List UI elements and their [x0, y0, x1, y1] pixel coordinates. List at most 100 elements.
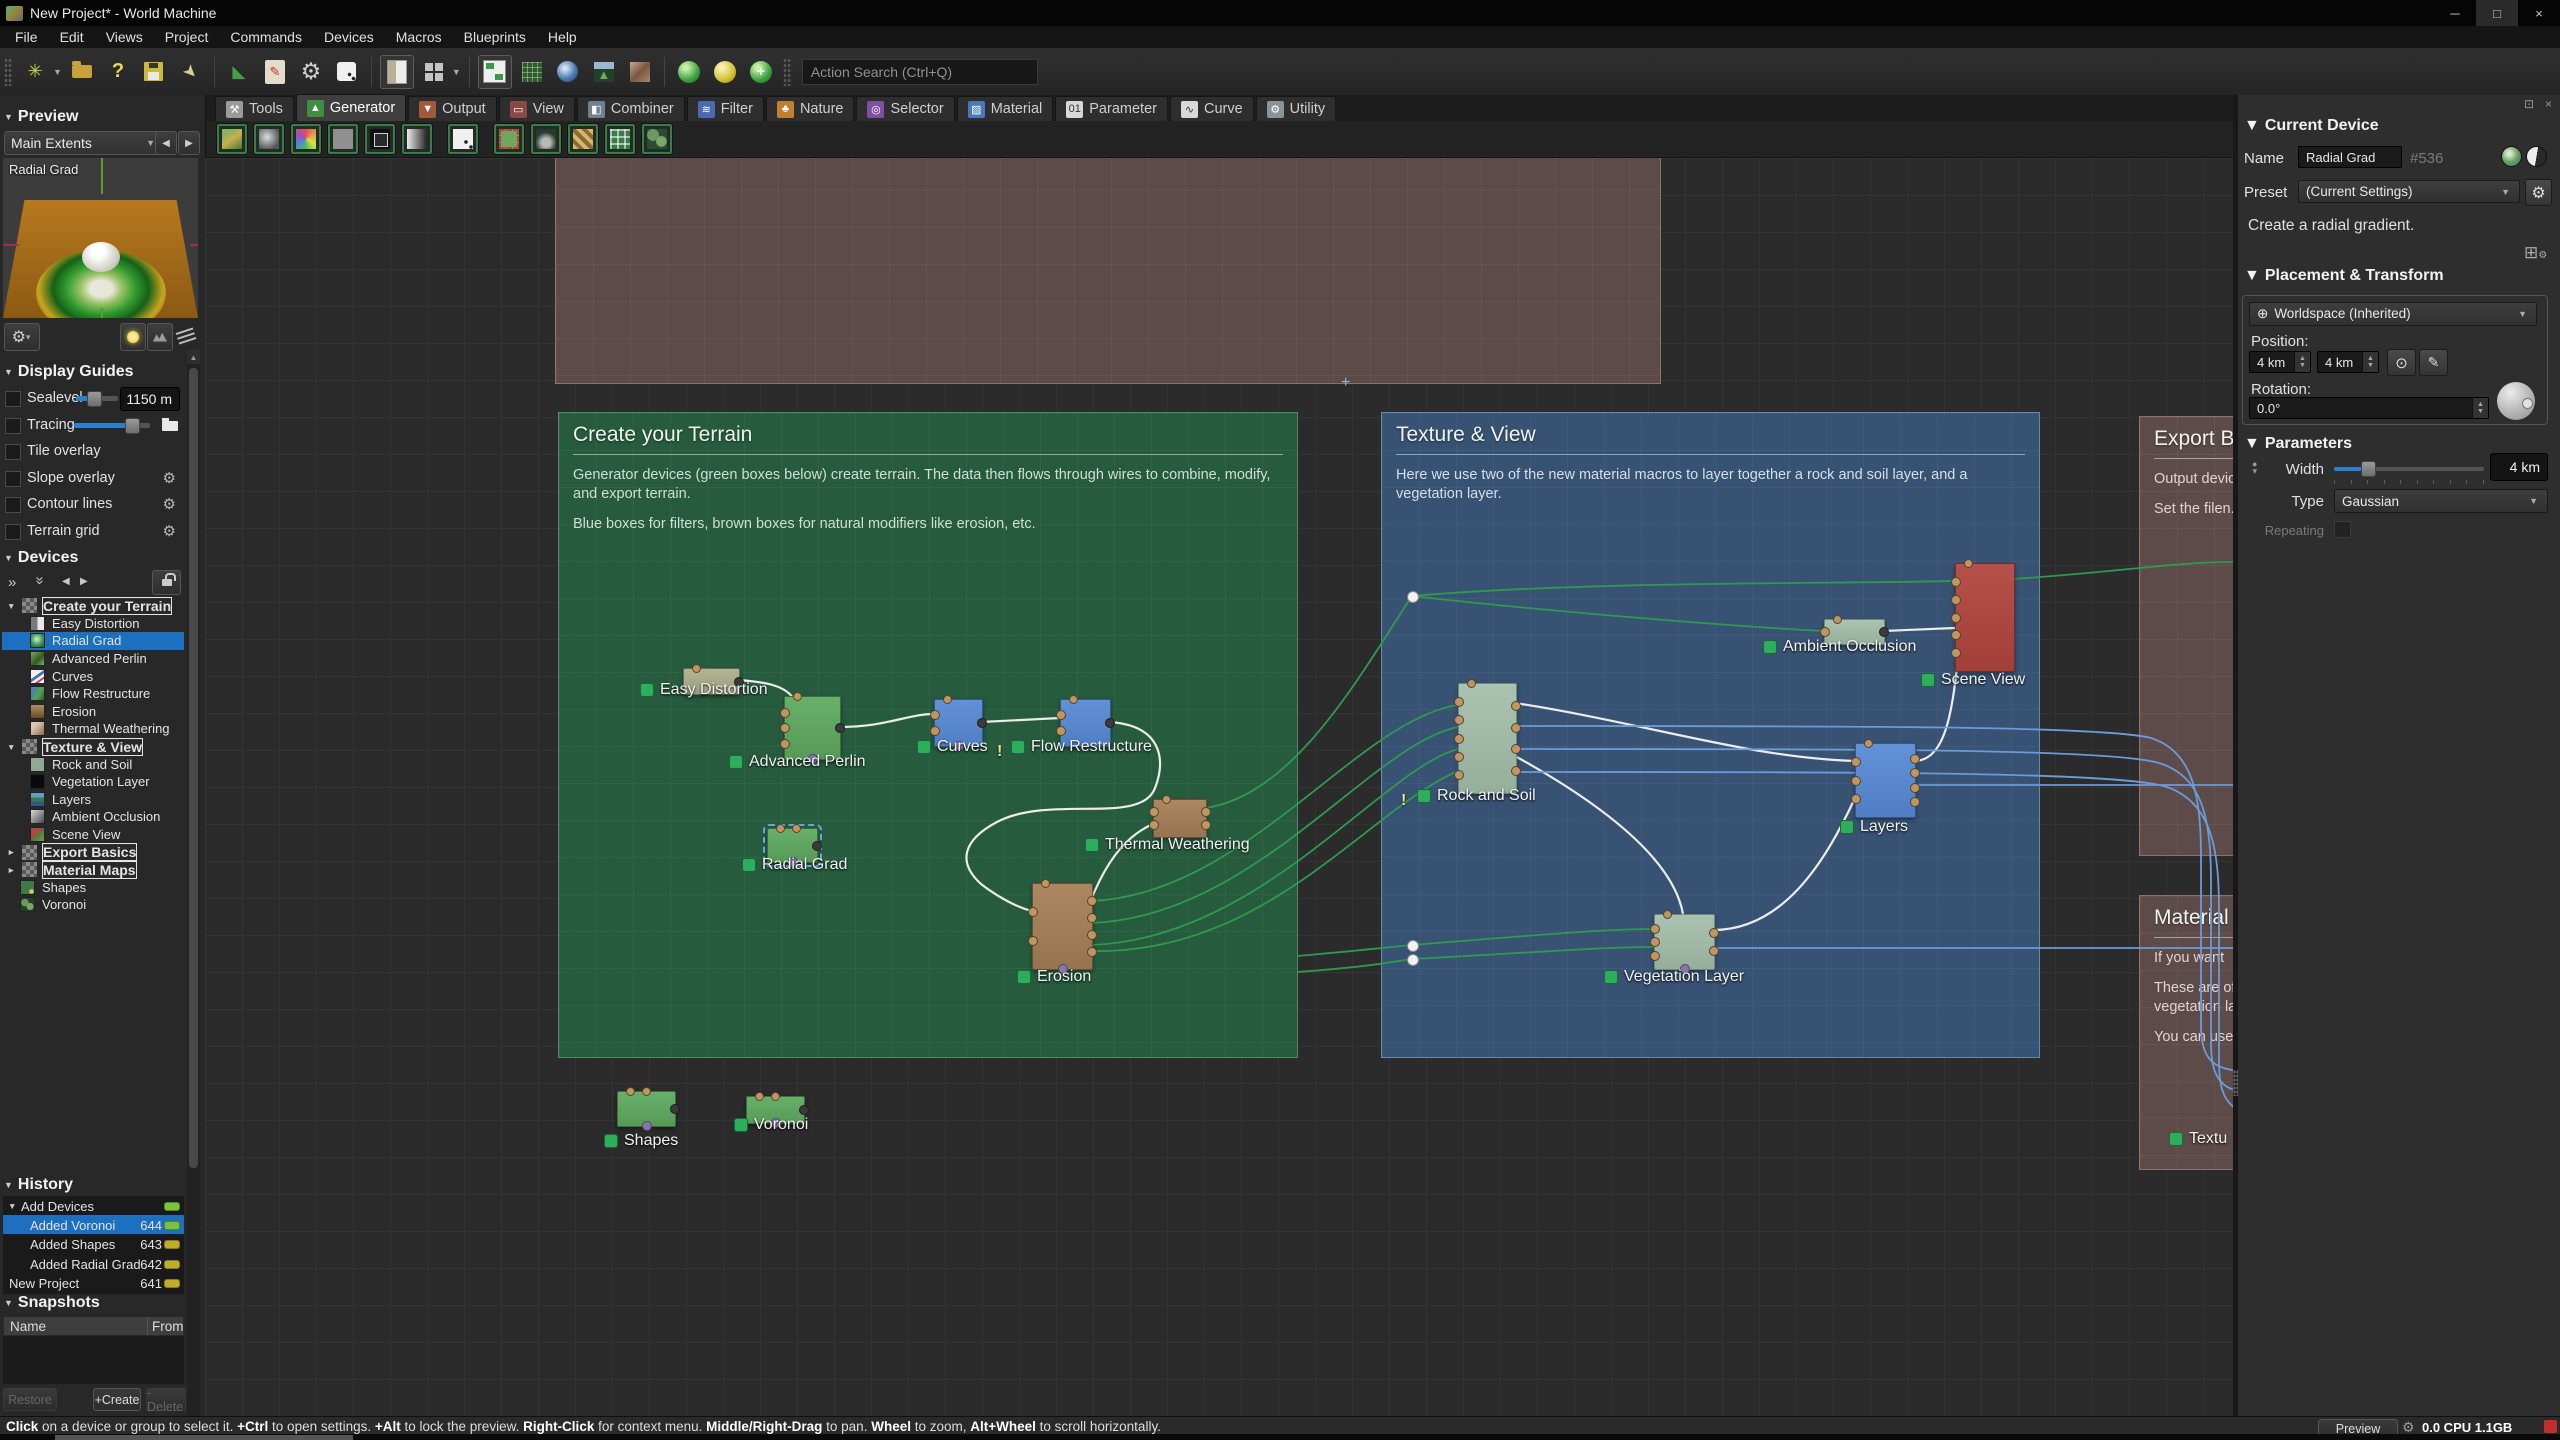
gear-icon[interactable]: ⚙	[163, 469, 176, 487]
top-port[interactable]	[776, 824, 785, 833]
preview-settings-button[interactable]: ⚙▾	[4, 323, 40, 351]
input-port[interactable]	[1951, 595, 1961, 605]
import-icon[interactable]: ➤	[174, 56, 206, 88]
node-canvas[interactable]: Create your TerrainGenerator devices (gr…	[205, 158, 2233, 1416]
build-yellow-icon[interactable]	[709, 56, 741, 88]
slider-track[interactable]	[74, 423, 131, 428]
node-scene-view[interactable]	[1955, 563, 2015, 672]
tree-expand-icon[interactable]: ▼	[7, 742, 15, 752]
action-search-input[interactable]	[802, 59, 1038, 85]
view-nodegraph-icon[interactable]	[478, 55, 512, 89]
tree-group-export-basics[interactable]: ►Export Basics	[2, 843, 184, 861]
repeating-checkbox[interactable]	[2334, 521, 2351, 538]
input-port[interactable]	[1851, 757, 1861, 767]
wire-junction-dot[interactable]	[1407, 591, 1419, 603]
input-port[interactable]	[930, 726, 940, 736]
view-texture-icon[interactable]	[624, 56, 656, 88]
tile-overlay-checkbox[interactable]	[5, 444, 21, 460]
display-guides-header[interactable]: ▼Display Guides	[4, 363, 134, 381]
type-dropdown[interactable]: Gaussian▼	[2334, 489, 2548, 513]
worldspace-dropdown[interactable]: ⊕Worldspace (Inherited)▼	[2249, 302, 2537, 326]
tab-combiner[interactable]: ◧Combiner	[577, 96, 685, 121]
output-port[interactable]	[1105, 718, 1115, 728]
tree-device-shapes[interactable]: Shapes	[2, 879, 184, 897]
history-row-642[interactable]: Added Radial Grad642	[3, 1254, 184, 1273]
gear-icon[interactable]: ⚙	[163, 495, 176, 513]
enabled-indicator-icon[interactable]	[917, 740, 931, 754]
enabled-indicator-icon[interactable]	[1017, 970, 1031, 984]
output-port[interactable]	[1511, 701, 1521, 711]
tree-device-layers[interactable]: Layers	[2, 791, 184, 809]
output-port[interactable]	[977, 718, 987, 728]
enabled-indicator-icon[interactable]	[1763, 640, 1777, 654]
preview-prev-button[interactable]: ◀	[155, 131, 177, 155]
top-port[interactable]	[1069, 695, 1078, 704]
input-port[interactable]	[1951, 613, 1961, 623]
position-target-button[interactable]: ⊙	[2387, 349, 2416, 376]
minimize-button[interactable]: ─	[2434, 0, 2476, 26]
device-name-input[interactable]: Radial Grad	[2298, 146, 2402, 168]
tree-device-easy-distortion[interactable]: Easy Distortion	[2, 615, 184, 633]
sealevel-checkbox[interactable]	[5, 391, 21, 407]
tab-view[interactable]: ▭View	[499, 96, 575, 121]
tab-output[interactable]: ▼Output	[408, 96, 497, 121]
tree-group-material-maps[interactable]: ►Material Maps	[2, 861, 184, 879]
node-erosion[interactable]	[1032, 883, 1093, 970]
input-port[interactable]	[1056, 726, 1066, 736]
output-port[interactable]	[812, 841, 822, 851]
input-port[interactable]	[1454, 697, 1464, 707]
contour-lines-checkbox[interactable]	[5, 497, 21, 513]
palette-terrain-icon[interactable]	[216, 123, 248, 155]
measure-icon[interactable]: ◣	[223, 56, 255, 88]
tab-tools[interactable]: ⚒Tools	[215, 96, 294, 121]
input-port[interactable]	[1454, 770, 1464, 780]
history-row-641[interactable]: New Project641	[3, 1273, 184, 1292]
view-tiled-icon[interactable]	[516, 56, 548, 88]
output-port[interactable]	[1879, 627, 1889, 637]
preset-gear-button[interactable]: ⚙	[2525, 179, 2552, 206]
menu-help[interactable]: Help	[537, 29, 588, 45]
tab-utility[interactable]: ⚙Utility	[1256, 96, 1336, 121]
slope-display-button[interactable]	[174, 323, 198, 349]
tree-device-curves[interactable]: Curves	[2, 667, 184, 685]
top-port[interactable]	[1964, 559, 1973, 568]
input-port[interactable]	[780, 723, 790, 733]
input-port[interactable]	[1454, 752, 1464, 762]
enabled-indicator-icon[interactable]	[729, 755, 743, 769]
maximize-button[interactable]: □	[2476, 0, 2518, 26]
position-y-spinner[interactable]: 4 km▲▼	[2317, 351, 2379, 373]
input-port[interactable]	[1951, 630, 1961, 640]
preferences-icon[interactable]: ⚙	[295, 56, 327, 88]
menu-macros[interactable]: Macros	[385, 29, 453, 45]
device-settings-icon[interactable]: ✎	[259, 56, 291, 88]
tab-generator[interactable]: ▲Generator	[296, 94, 406, 121]
input-port[interactable]	[1851, 776, 1861, 786]
tree-group-create-your-terrain[interactable]: ▼Create your Terrain	[2, 597, 184, 615]
devices-header[interactable]: ▼Devices	[4, 549, 78, 567]
menu-commands[interactable]: Commands	[219, 29, 313, 45]
output-port[interactable]	[1709, 928, 1719, 938]
input-port[interactable]	[1454, 734, 1464, 744]
output-port[interactable]	[1087, 913, 1097, 923]
output-port[interactable]	[1910, 754, 1920, 764]
top-port[interactable]	[692, 664, 701, 673]
tree-expand-icon[interactable]: ►	[7, 847, 15, 857]
slider-thumb[interactable]	[87, 391, 102, 407]
history-row-root[interactable]: ▼Add Devices	[3, 1196, 184, 1215]
layout-quad-dropdown-icon[interactable]: ▼	[452, 67, 461, 77]
top-port[interactable]	[793, 692, 802, 701]
tree-expand-icon[interactable]: ►	[7, 865, 15, 875]
output-port[interactable]	[1087, 930, 1097, 940]
save-icon[interactable]	[138, 56, 170, 88]
menu-devices[interactable]: Devices	[313, 29, 385, 45]
tab-parameter[interactable]: 01Parameter	[1055, 96, 1168, 121]
menu-project[interactable]: Project	[154, 29, 220, 45]
tree-expand-icon[interactable]: ▼	[7, 601, 15, 611]
palette-random-icon[interactable]	[447, 123, 479, 155]
input-port[interactable]	[1028, 907, 1038, 917]
tree-device-flow-restructure[interactable]: Flow Restructure	[2, 685, 184, 703]
input-port[interactable]	[1820, 627, 1830, 637]
layout-quad-icon[interactable]	[418, 56, 450, 88]
top-port[interactable]	[1864, 739, 1873, 748]
palette-layout-icon[interactable]	[567, 123, 599, 155]
